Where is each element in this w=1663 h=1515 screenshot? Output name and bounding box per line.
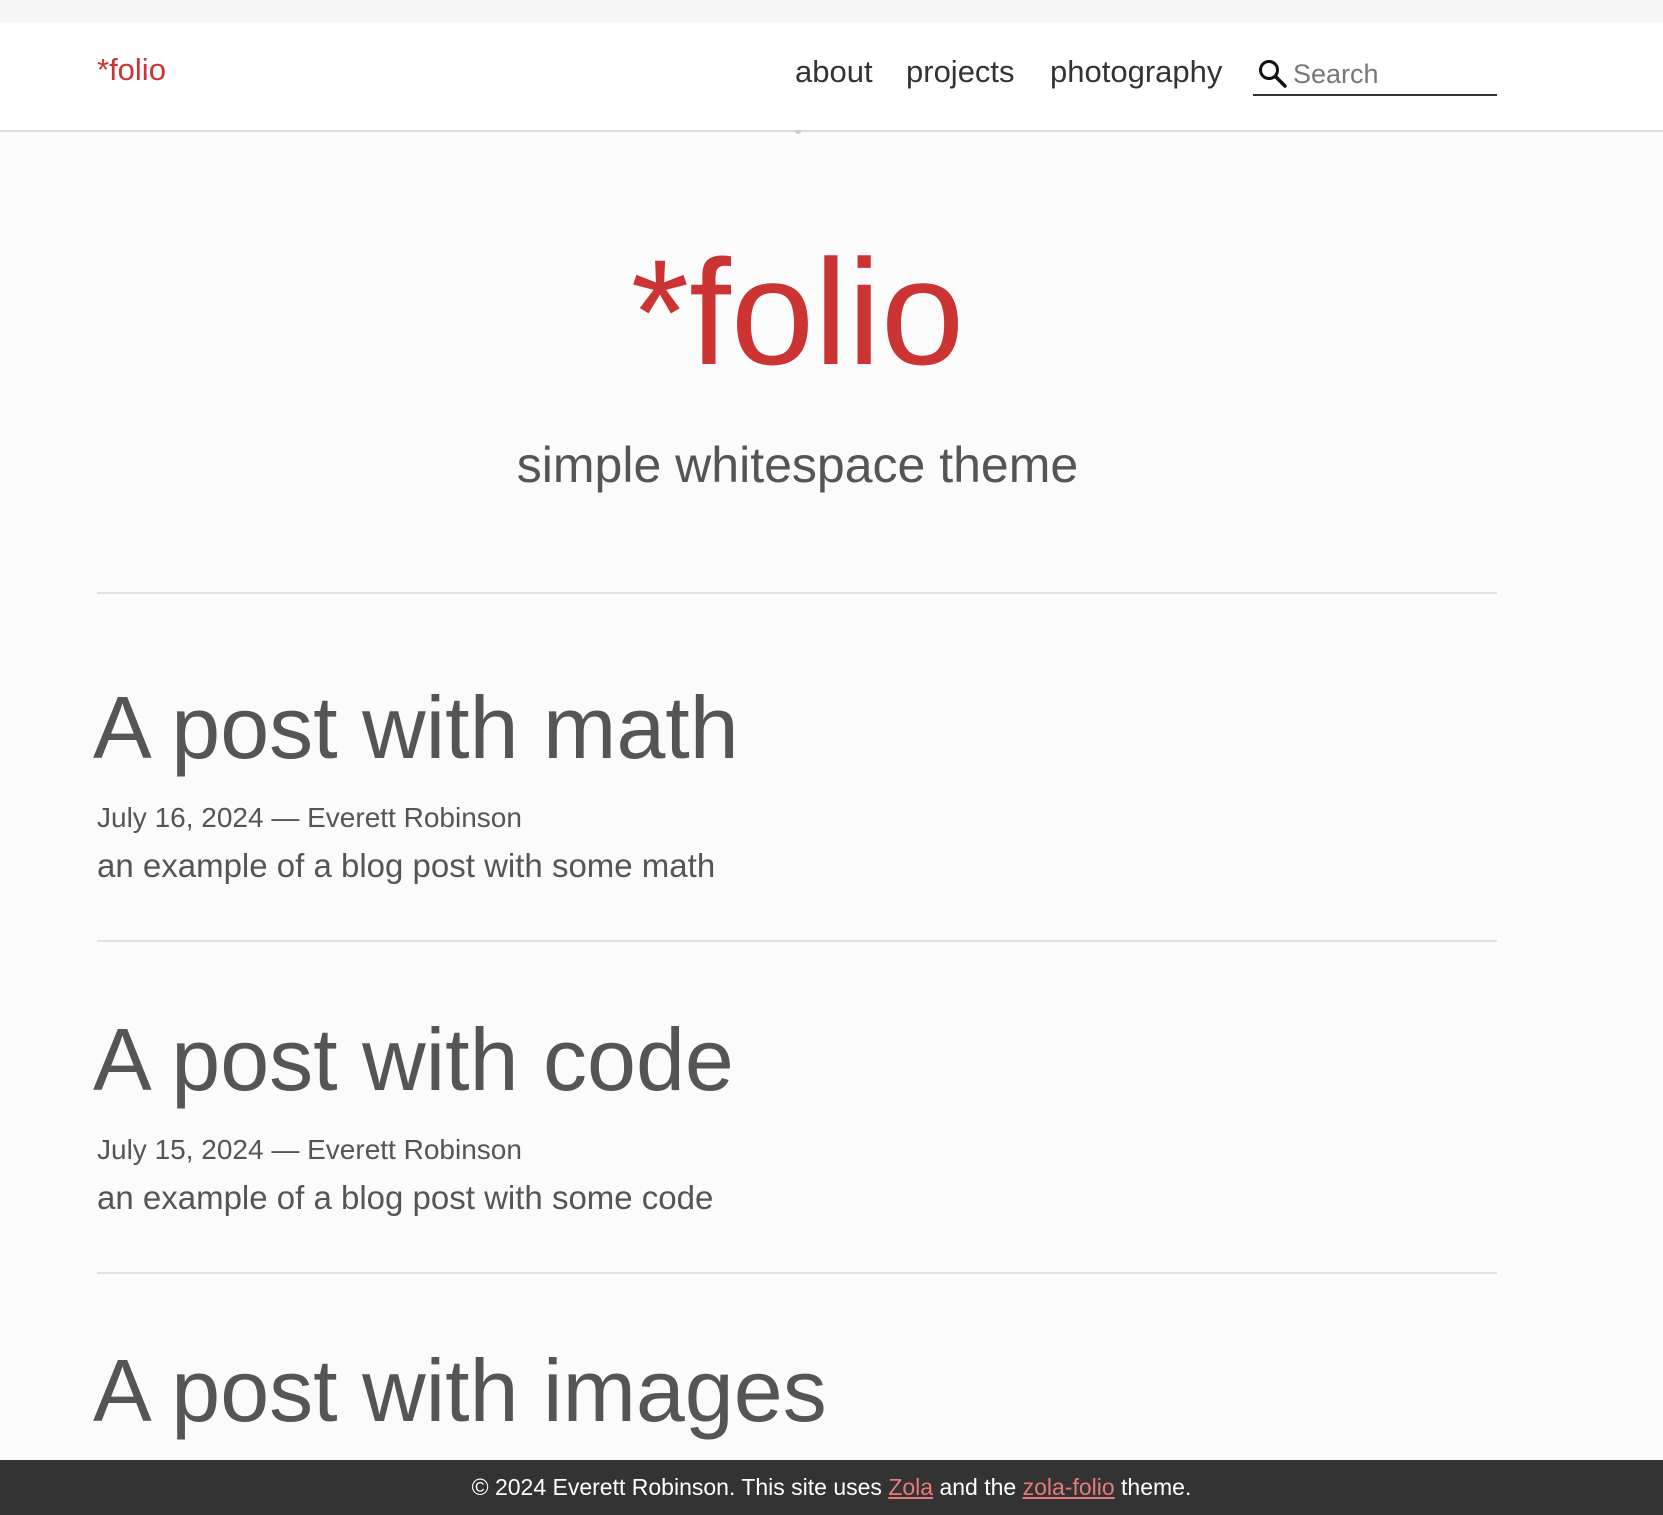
post-summary: an example of a blog post with some math: [97, 847, 716, 884]
nav-link-photography[interactable]: photography: [1050, 56, 1222, 87]
search-input[interactable]: [1293, 56, 1493, 92]
brand-link[interactable]: *folio: [97, 54, 166, 85]
footer-link-zola-folio[interactable]: zola-folio: [1023, 1474, 1115, 1500]
post-title-link[interactable]: A post with images: [93, 1342, 827, 1440]
nav-active-marker: [795, 130, 801, 134]
search-icon[interactable]: [1257, 58, 1289, 90]
footer-text-suffix: theme.: [1121, 1474, 1192, 1500]
hero-subtitle: simple whitespace theme: [516, 437, 1079, 493]
search-box[interactable]: [1253, 56, 1497, 96]
divider: [97, 940, 1497, 942]
top-strip: [0, 0, 1663, 22]
nav-link-projects[interactable]: projects: [906, 56, 1015, 87]
post-meta: July 16, 2024 — Everett Robinson: [97, 802, 522, 833]
footer-link-zola[interactable]: Zola: [888, 1474, 933, 1500]
divider: [97, 592, 1497, 594]
post-title-link[interactable]: A post with math: [93, 679, 739, 777]
footer: © 2024 Everett Robinson. This site uses …: [0, 1460, 1663, 1515]
nav-link-about[interactable]: about: [795, 56, 873, 87]
post-meta: July 15, 2024 — Everett Robinson: [97, 1134, 522, 1165]
post-summary: an example of a blog post with some code: [97, 1179, 714, 1216]
divider: [97, 1272, 1497, 1274]
footer-copyright: © 2024 Everett Robinson. This site uses: [471, 1474, 882, 1500]
footer-text-middle: and the: [939, 1474, 1017, 1500]
navbar: *folio about projects photography: [0, 22, 1663, 132]
hero-title: *folio: [630, 228, 965, 396]
post-title-link[interactable]: A post with code: [93, 1011, 734, 1109]
